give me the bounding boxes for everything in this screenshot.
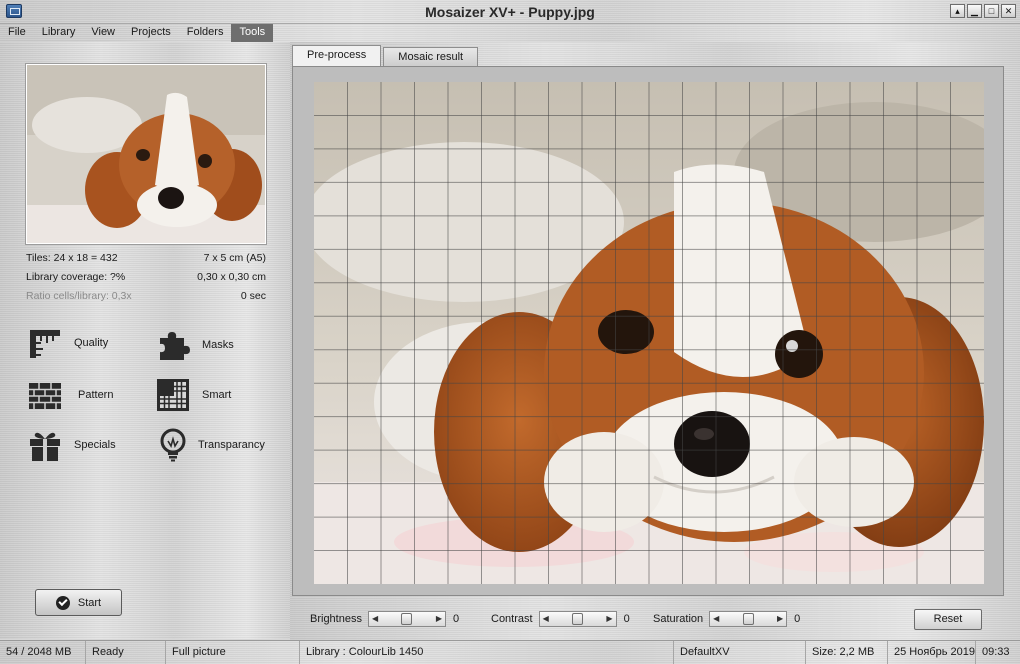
puppy-thumbnail-image — [27, 65, 265, 243]
window-title: Mosaizer XV+ - Puppy.jpg — [425, 4, 595, 20]
adjustment-bar: Brightness ◀ ▶ 0 Contrast ◀ ▶ 0 Saturati… — [292, 598, 1004, 640]
saturation-decrease-icon[interactable]: ◀ — [713, 612, 719, 626]
status-library: Library : ColourLib 1450 — [300, 641, 674, 664]
contrast-increase-icon[interactable]: ▶ — [606, 612, 612, 626]
checkmark-icon — [55, 595, 70, 610]
preview-canvas[interactable] — [292, 66, 1004, 596]
brightness-decrease-icon[interactable]: ◀ — [372, 612, 378, 626]
status-memory: 54 / 2048 MB — [0, 641, 86, 664]
minimize-button[interactable]: ▴ — [950, 4, 965, 18]
title-bar: Mosaizer XV+ - Puppy.jpg ▴ ▁ □ ✕ — [0, 0, 1020, 24]
tool-pattern-label: Pattern — [78, 389, 114, 401]
light-bulb-icon — [154, 426, 192, 464]
tool-pattern[interactable]: Pattern — [26, 375, 113, 415]
brightness-control: Brightness ◀ ▶ 0 — [310, 610, 459, 628]
tool-specials-label: Specials — [74, 439, 116, 451]
gift-icon — [26, 426, 64, 464]
tab-mosaic-result[interactable]: Mosaic result — [383, 47, 479, 66]
menu-bar: File Library View Projects Folders Tools — [0, 24, 1020, 42]
tool-specials[interactable]: Specials — [26, 425, 116, 465]
brightness-label: Brightness — [310, 613, 362, 625]
puzzle-icon — [154, 326, 192, 364]
ruler-icon — [26, 324, 64, 362]
restore-button[interactable]: ▁ — [967, 4, 982, 18]
saturation-slider[interactable]: ◀ ▶ — [709, 611, 788, 627]
grid-icon — [154, 376, 192, 414]
status-state: Ready — [86, 641, 166, 664]
contrast-label: Contrast — [491, 613, 533, 625]
saturation-label: Saturation — [653, 613, 704, 625]
menu-library[interactable]: Library — [34, 24, 84, 42]
status-size: Size: 2,2 MB — [806, 641, 888, 664]
tool-transparancy[interactable]: Transparancy — [154, 425, 265, 465]
menu-view[interactable]: View — [83, 24, 123, 42]
tool-smart[interactable]: Smart — [154, 375, 231, 415]
status-bar: 54 / 2048 MB Ready Full picture Library … — [0, 640, 1020, 664]
left-panel: Tiles: 24 x 18 = 432 7 x 5 cm (A5) Libra… — [0, 42, 290, 639]
saturation-increase-icon[interactable]: ▶ — [777, 612, 783, 626]
status-profile: DefaultXV — [674, 641, 806, 664]
status-time: 09:33 — [982, 646, 1010, 658]
tool-quality-label: Quality — [74, 337, 109, 349]
tiles-count: Tiles: 24 x 18 = 432 — [26, 252, 118, 264]
menu-tools[interactable]: Tools — [231, 24, 274, 42]
preview-image-frame[interactable] — [314, 82, 984, 584]
brightness-slider[interactable]: ◀ ▶ — [367, 611, 446, 627]
brick-wall-icon — [26, 376, 64, 414]
status-view-mode: Full picture — [166, 641, 300, 664]
ratio-cells-library: Ratio cells/library: 0,3x — [26, 290, 132, 302]
maximize-button[interactable]: □ — [984, 4, 999, 18]
menu-projects[interactable]: Projects — [123, 24, 179, 42]
library-coverage: Library coverage: ?% — [26, 271, 126, 283]
tab-pre-process[interactable]: Pre-process — [292, 45, 382, 67]
menu-file[interactable]: File — [0, 24, 34, 42]
start-button-label: Start — [77, 596, 102, 609]
info-row-coverage: Library coverage: ?% 0,30 x 0,30 cm — [26, 271, 266, 285]
saturation-value: 0 — [794, 613, 801, 625]
tile-grid-overlay — [314, 82, 984, 584]
contrast-value: 0 — [623, 613, 630, 625]
tool-transparancy-label: Transparancy — [198, 439, 265, 451]
brightness-increase-icon[interactable]: ▶ — [436, 612, 442, 626]
start-button[interactable]: Start — [35, 589, 122, 616]
print-size: 7 x 5 cm (A5) — [203, 252, 266, 264]
menu-folders[interactable]: Folders — [179, 24, 232, 42]
tool-masks[interactable]: Masks — [154, 325, 234, 365]
window-controls: ▴ ▁ □ ✕ — [950, 4, 1016, 18]
contrast-control: Contrast ◀ ▶ 0 — [491, 610, 630, 628]
cell-size: 0,30 x 0,30 cm — [197, 271, 266, 283]
source-image-thumbnail[interactable] — [26, 64, 266, 244]
tool-quality[interactable]: Quality — [26, 323, 108, 363]
close-button[interactable]: ✕ — [1001, 4, 1016, 18]
elapsed-time: 0 sec — [240, 290, 266, 302]
tool-smart-label: Smart — [202, 389, 232, 401]
view-tabs: Pre-process Mosaic result — [292, 45, 479, 67]
contrast-slider[interactable]: ◀ ▶ — [538, 611, 617, 627]
saturation-slider-thumb[interactable] — [742, 613, 754, 625]
reset-button[interactable]: Reset — [914, 609, 982, 630]
contrast-slider-thumb[interactable] — [572, 613, 584, 625]
contrast-decrease-icon[interactable]: ◀ — [543, 612, 549, 626]
brightness-value: 0 — [452, 613, 460, 625]
info-row-tiles: Tiles: 24 x 18 = 432 7 x 5 cm (A5) — [26, 252, 266, 266]
info-row-ratio: Ratio cells/library: 0,3x 0 sec — [26, 290, 266, 304]
status-date: 25 Ноябрь 2019 — [888, 641, 976, 664]
tool-masks-label: Masks — [202, 339, 234, 351]
saturation-control: Saturation ◀ ▶ 0 — [653, 610, 800, 628]
brightness-slider-thumb[interactable] — [401, 613, 413, 625]
